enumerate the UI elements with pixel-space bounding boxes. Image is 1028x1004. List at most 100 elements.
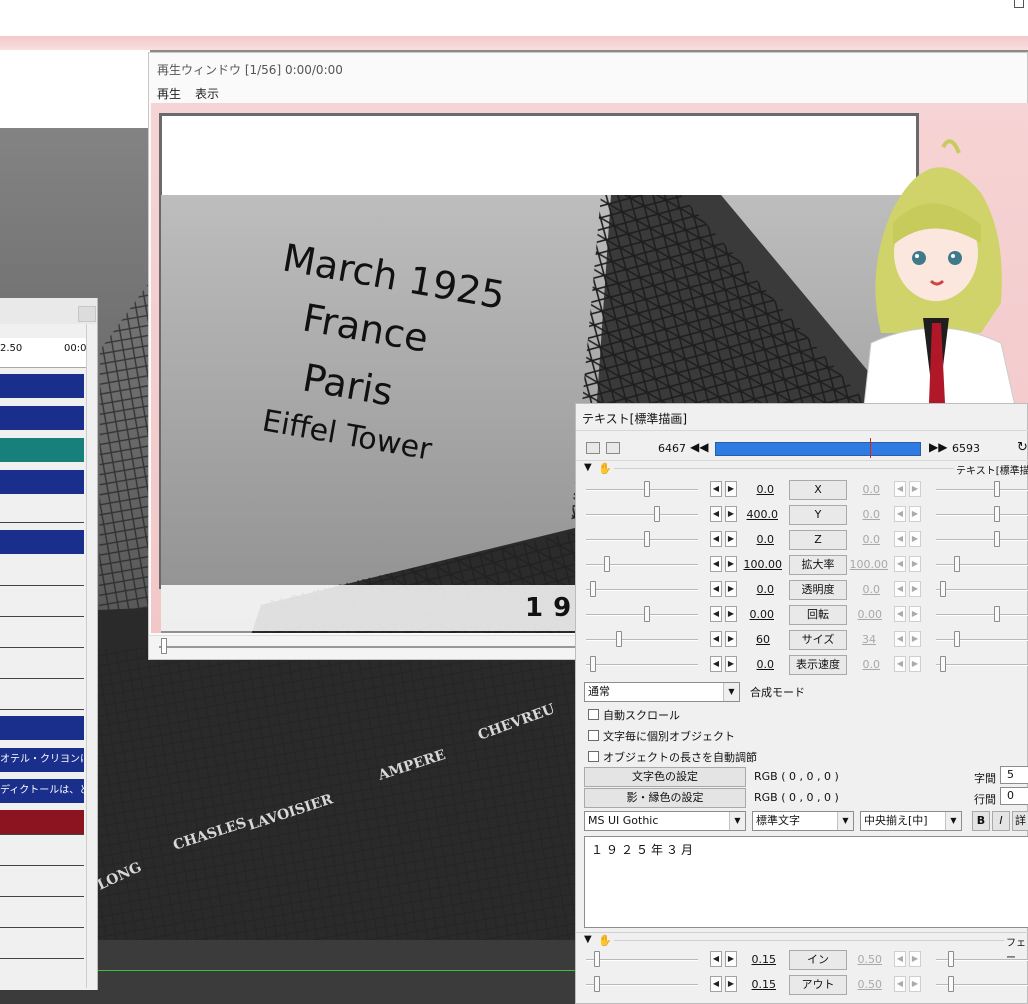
right-slider[interactable] [936, 539, 1028, 541]
left-slider-thumb[interactable] [644, 531, 650, 547]
increment-button[interactable]: ▶ [909, 951, 921, 967]
per-char-object-checkbox[interactable]: 文字毎に個別オブジェクト [588, 728, 735, 744]
decrement-button[interactable]: ◀ [894, 976, 906, 992]
blend-mode-select[interactable]: 通常 ▼ [584, 682, 740, 702]
param-start-value[interactable]: 0.15 [736, 978, 777, 991]
camera-icon[interactable] [586, 442, 600, 454]
increment-button[interactable]: ▶ [909, 606, 921, 622]
checkbox-box[interactable] [588, 751, 599, 762]
param-fade-in-button[interactable]: イン [789, 950, 847, 970]
right-slider[interactable] [936, 639, 1028, 641]
decrement-button[interactable]: ◀ [710, 951, 722, 967]
line-spacing-input[interactable]: 0 [1000, 787, 1028, 805]
decrement-button[interactable]: ◀ [894, 631, 906, 647]
decrement-button[interactable]: ◀ [710, 976, 722, 992]
decrement-button[interactable]: ◀ [894, 581, 906, 597]
param-scale-button[interactable]: 拡大率 [789, 555, 847, 575]
char-spacing-input[interactable]: 5 [1000, 766, 1028, 784]
timeline-menu-button[interactable] [78, 306, 96, 322]
left-slider[interactable] [586, 514, 698, 516]
increment-button[interactable]: ▶ [909, 631, 921, 647]
timeline-text-clip[interactable]: オテル・クリヨンに [0, 748, 84, 772]
left-slider[interactable] [586, 539, 698, 541]
left-slider[interactable] [586, 614, 698, 616]
decrement-button[interactable]: ◀ [894, 481, 906, 497]
param-end-value[interactable]: 0.0 [840, 483, 881, 496]
right-slider-thumb[interactable] [940, 656, 946, 672]
collapse-arrow-icon[interactable]: ▼ [584, 934, 592, 945]
right-slider-thumb[interactable] [994, 481, 1000, 497]
grid-icon[interactable] [606, 442, 620, 454]
param-end-value[interactable]: 0.0 [840, 533, 881, 546]
increment-button[interactable]: ▶ [909, 531, 921, 547]
timeline-clip[interactable] [0, 374, 84, 398]
param-z-button[interactable]: Z [789, 530, 847, 550]
param-end-value[interactable]: 0.0 [840, 583, 881, 596]
left-slider-thumb[interactable] [604, 556, 610, 572]
param-opacity-button[interactable]: 透明度 [789, 580, 847, 600]
decrement-button[interactable]: ◀ [710, 656, 722, 672]
param-start-value[interactable]: 0.00 [734, 608, 775, 621]
param-end-value[interactable]: 0.50 [842, 978, 883, 991]
param-y-button[interactable]: Y [789, 505, 847, 525]
increment-button[interactable]: ▶ [909, 556, 921, 572]
right-slider-thumb[interactable] [994, 506, 1000, 522]
timeline-text-clip[interactable]: ディクトールは、とま [0, 779, 84, 803]
param-rotation-button[interactable]: 回転 [789, 605, 847, 625]
increment-button[interactable]: ▶ [909, 656, 921, 672]
param-start-value[interactable]: 100.00 [742, 558, 783, 571]
decrement-button[interactable]: ◀ [710, 556, 722, 572]
left-slider[interactable] [586, 639, 698, 641]
menu-play[interactable]: 再生 [157, 85, 181, 102]
left-slider-thumb[interactable] [654, 506, 660, 522]
font-select[interactable]: MS UI Gothic ▼ [584, 811, 746, 831]
menu-view[interactable]: 表示 [195, 85, 219, 102]
drag-hand-icon[interactable]: ✋ [598, 462, 612, 475]
decrement-button[interactable]: ◀ [710, 481, 722, 497]
param-end-value[interactable]: 0.50 [842, 953, 883, 966]
left-slider-thumb[interactable] [644, 606, 650, 622]
increment-button[interactable]: ▶ [909, 481, 921, 497]
param-start-value[interactable]: 0.0 [734, 583, 775, 596]
checkbox-box[interactable] [588, 730, 599, 741]
right-slider-thumb[interactable] [948, 976, 954, 992]
seek-handle[interactable] [161, 638, 167, 654]
increment-button[interactable]: ▶ [725, 506, 737, 522]
right-slider-thumb[interactable] [948, 951, 954, 967]
right-slider[interactable] [936, 514, 1028, 516]
param-fade-out-button[interactable]: アウト [789, 975, 847, 995]
shadow-color-button[interactable]: 影・縁色の設定 [584, 788, 746, 808]
text-content-input[interactable]: １９２５年３月 [584, 836, 1028, 928]
right-slider-thumb[interactable] [994, 606, 1000, 622]
left-slider-thumb[interactable] [616, 631, 622, 647]
left-slider[interactable] [586, 489, 698, 491]
timeline-clip[interactable] [0, 530, 84, 554]
align-select[interactable]: 中央揃え[中] ▼ [860, 811, 962, 831]
left-slider[interactable] [586, 959, 698, 961]
decrement-button[interactable]: ◀ [894, 951, 906, 967]
left-slider[interactable] [586, 664, 698, 666]
param-start-value[interactable]: 0.0 [734, 533, 775, 546]
frame-range-bar[interactable] [715, 442, 921, 456]
checkbox-box[interactable] [588, 709, 599, 720]
decrement-button[interactable]: ◀ [894, 656, 906, 672]
timeline-clip[interactable] [0, 810, 84, 834]
right-slider[interactable] [936, 664, 1028, 666]
increment-button[interactable]: ▶ [909, 976, 921, 992]
left-slider-thumb[interactable] [590, 656, 596, 672]
decrement-button[interactable]: ◀ [894, 506, 906, 522]
param-start-value[interactable]: 0.15 [736, 953, 777, 966]
left-slider-thumb[interactable] [590, 581, 596, 597]
param-start-value[interactable]: 400.0 [738, 508, 779, 521]
text-style-select[interactable]: 標準文字 ▼ [752, 811, 854, 831]
param-x-button[interactable]: X [789, 480, 847, 500]
left-slider[interactable] [586, 589, 698, 591]
left-slider[interactable] [586, 564, 698, 566]
timeline-clip[interactable] [0, 470, 84, 494]
timeline-clip[interactable] [0, 716, 84, 740]
decrement-button[interactable]: ◀ [710, 631, 722, 647]
right-slider-thumb[interactable] [954, 631, 960, 647]
decrement-button[interactable]: ◀ [894, 606, 906, 622]
right-slider[interactable] [936, 614, 1028, 616]
increment-button[interactable]: ▶ [725, 556, 737, 572]
